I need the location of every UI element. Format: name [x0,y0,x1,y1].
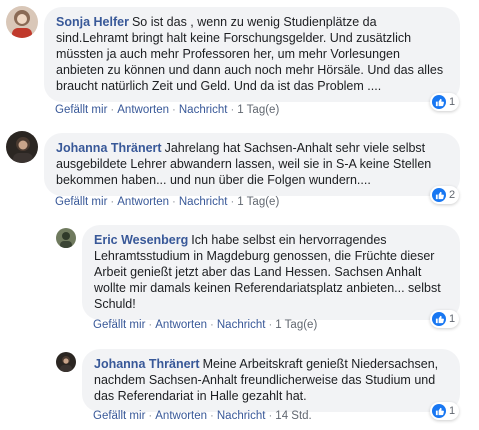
comment-author[interactable]: Johanna Thränert [94,357,200,371]
user-avatar-icon [6,6,38,38]
avatar[interactable] [56,228,76,248]
thumbs-up-icon [432,188,446,202]
message-button[interactable]: Nachricht [179,196,228,208]
timestamp[interactable]: 14 Std. [275,410,311,422]
comment-bubble: Johanna Thränert Meine Arbeitskraft genie… [82,349,460,412]
comment-actions: Gefällt mir · Antworten · Nachricht · 1 Tag(e) [55,104,280,116]
comment-actions: Gefällt mir · Antworten · Nachricht · 1 Tag(e) [55,196,280,208]
reaction-number: 1 [449,405,456,417]
comment-author[interactable]: Eric Wesenberg [94,233,188,247]
reaction-count[interactable]: 1 [430,93,460,111]
like-button[interactable]: Gefällt mir [55,104,107,116]
message-button[interactable]: Nachricht [217,410,266,422]
comment-author[interactable]: Johanna Thränert [56,141,162,155]
timestamp[interactable]: 1 Tag(e) [237,104,279,116]
avatar[interactable] [6,131,38,163]
comment-bubble: Sonja Helfer So ist das , wenn zu wenig S… [44,7,460,102]
like-button[interactable]: Gefällt mir [55,196,107,208]
thumbs-up-icon [432,95,446,109]
avatar[interactable] [6,6,38,38]
like-button[interactable]: Gefällt mir [93,319,145,331]
reply-button[interactable]: Antworten [117,196,169,208]
thumbs-up-icon [432,312,446,326]
comment-actions: Gefällt mir · Antworten · Nachricht · 1 Tag(e) [93,319,318,331]
comment-actions: Gefällt mir · Antworten · Nachricht · 14 Std. [93,410,312,422]
message-button[interactable]: Nachricht [217,319,266,331]
reply-button[interactable]: Antworten [155,410,207,422]
user-avatar-icon [6,131,38,163]
reaction-number: 1 [449,313,456,325]
reaction-count[interactable]: 2 [430,186,460,204]
avatar[interactable] [56,352,76,372]
message-button[interactable]: Nachricht [179,104,228,116]
timestamp[interactable]: 1 Tag(e) [275,319,317,331]
timestamp[interactable]: 1 Tag(e) [237,196,279,208]
reaction-count[interactable]: 1 [430,310,460,328]
comment-bubble: Johanna Thränert Jahrelang hat Sachsen-An… [44,133,460,196]
reply-button[interactable]: Antworten [155,319,207,331]
reply-button[interactable]: Antworten [117,104,169,116]
comment-author[interactable]: Sonja Helfer [56,15,129,29]
reaction-number: 1 [449,96,456,108]
thumbs-up-icon [432,404,446,418]
like-button[interactable]: Gefällt mir [93,410,145,422]
comment-bubble: Eric Wesenberg Ich habe selbst ein hervor… [82,225,460,320]
user-avatar-icon [56,352,76,372]
reaction-count[interactable]: 1 [430,402,460,420]
reaction-number: 2 [449,189,456,201]
user-avatar-icon [56,228,76,248]
